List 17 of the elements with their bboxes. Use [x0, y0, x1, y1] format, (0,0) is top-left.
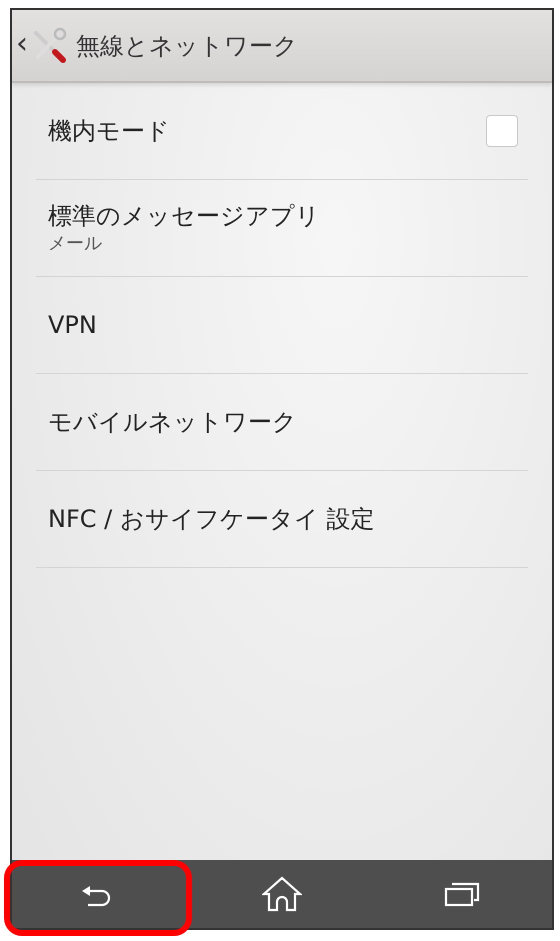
- settings-item[interactable]: NFC / おサイフケータイ 設定: [36, 471, 528, 568]
- nav-button[interactable]: [4, 860, 192, 936]
- checkbox[interactable]: [486, 115, 518, 147]
- item-title: 標準のメッセージアプリ: [48, 201, 320, 232]
- home-icon: [262, 876, 302, 912]
- settings-item[interactable]: 機内モード: [36, 83, 528, 180]
- settings-item[interactable]: モバイルネットワーク: [36, 374, 528, 471]
- item-title: モバイルネットワーク: [48, 407, 297, 438]
- back-caret[interactable]: ‹: [16, 28, 28, 58]
- screen-title: 無線とネットワーク: [76, 30, 298, 62]
- item-title: 機内モード: [48, 116, 170, 147]
- recent-apps-icon: [444, 881, 480, 907]
- settings-item[interactable]: 標準のメッセージアプリ メール: [36, 180, 528, 277]
- item-title: VPN: [48, 310, 97, 341]
- item-summary: メール: [48, 232, 103, 256]
- item-title: NFC / おサイフケータイ 設定: [48, 504, 374, 535]
- settings-item[interactable]: VPN: [36, 277, 528, 374]
